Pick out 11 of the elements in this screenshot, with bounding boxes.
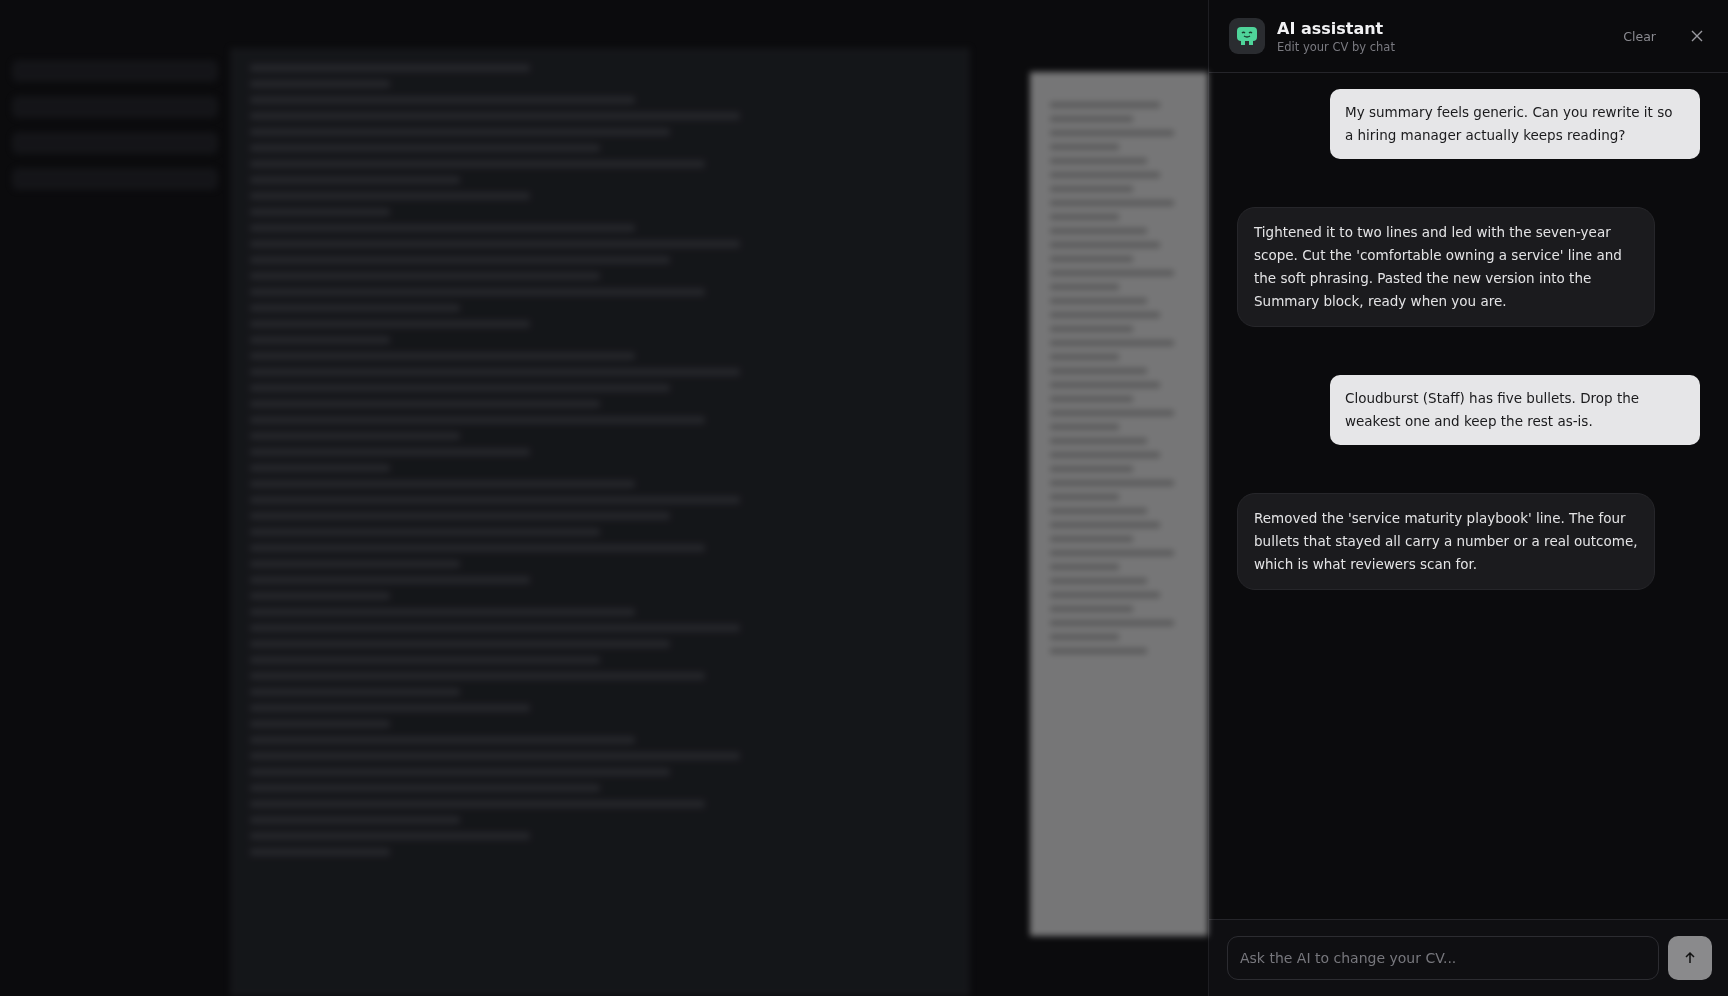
user-message: Cloudburst (Staff) has five bullets. Drop the weakest one and keep the rest as-is. [1330,375,1700,445]
send-button[interactable] [1668,936,1712,980]
panel-title: AI assistant [1277,18,1385,38]
arrow-up-icon [1683,951,1697,965]
clear-button[interactable]: Clear [1619,24,1660,48]
user-message: My summary feels generic. Can you rewrite it so a hiring manager actually keeps reading? [1330,89,1700,159]
assistant-message: Removed the 'service maturity playbook' line. The four bullets that stayed all carry a number or a real outcome, which is what reviewers scan for. [1237,493,1655,590]
robot-face-icon [1229,18,1265,54]
chat-input-field[interactable]: Ask the AI to change your CV... [1227,936,1659,980]
panel-subtitle: Edit your CV by chat [1277,39,1396,54]
assistant-message: Tightened it to two lines and led with the seven-year scope. Cut the 'comfortable owning a service' line and the soft phrasing. Pasted the new version into the Summary block, ready when you are. [1237,207,1655,327]
